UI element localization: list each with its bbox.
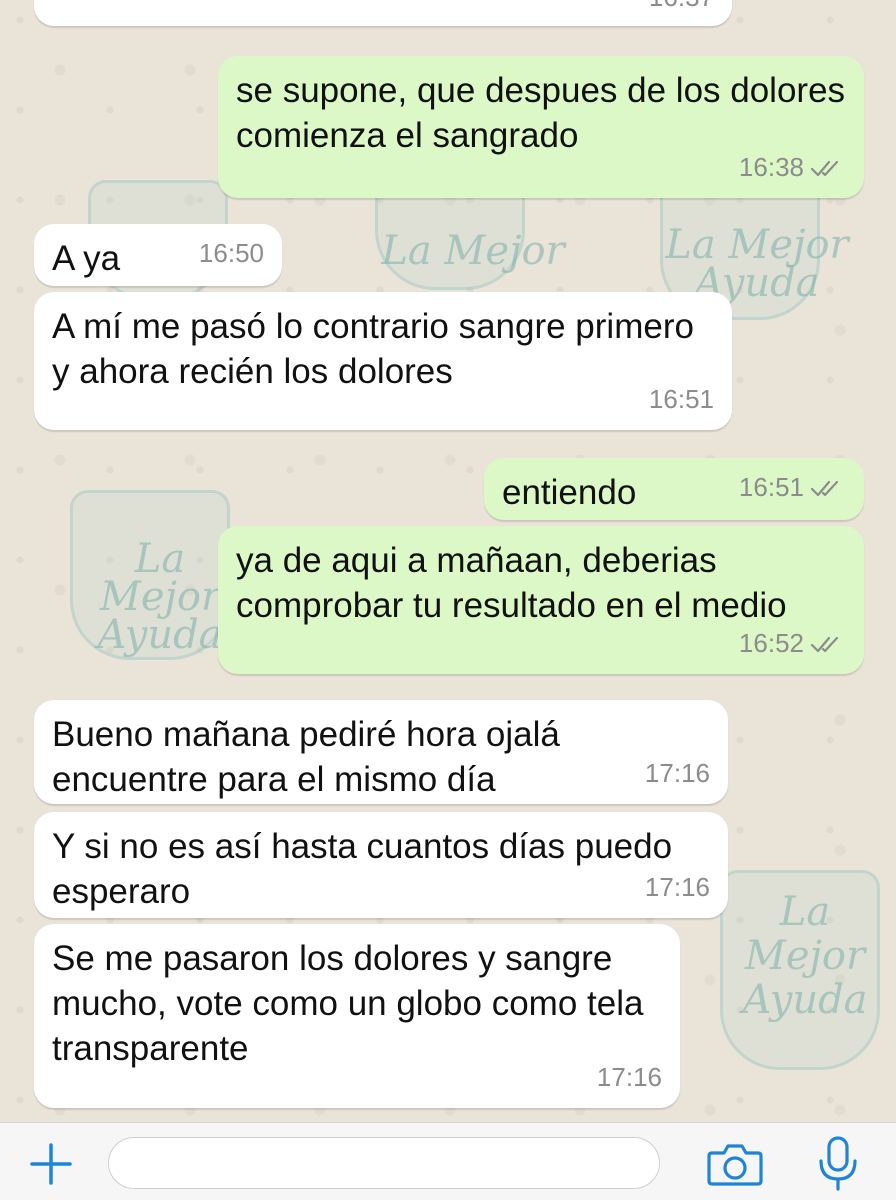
message-time: 17:16 xyxy=(644,758,710,788)
microphone-button[interactable] xyxy=(816,1135,860,1193)
message-text: A mí me pasó lo contrario sangre primero… xyxy=(52,307,694,391)
message-time: 17:16 xyxy=(644,872,710,902)
message-text: Se me pasaron los dolores y sangre mucho… xyxy=(52,939,644,1068)
message-text: Y si no es así hasta cuantos días puedo … xyxy=(52,827,673,911)
message-bubble-incoming[interactable]: Bueno mañana pediré hora ojalá encuentre… xyxy=(34,700,728,804)
message-bubble-incoming[interactable]: A ya 16:50 xyxy=(34,224,282,286)
watermark-shield xyxy=(70,490,230,660)
message-bubble-incoming[interactable]: 16:37 xyxy=(34,0,732,26)
message-bubble-incoming[interactable]: Y si no es así hasta cuantos días puedo … xyxy=(34,812,728,918)
message-bubble-outgoing[interactable]: entiendo 16:51 xyxy=(484,458,864,520)
message-time: 16:38 xyxy=(738,152,804,182)
double-check-icon xyxy=(810,634,846,654)
message-bubble-outgoing[interactable]: ya de aqui a mañaan, deberias comprobar … xyxy=(218,526,864,674)
message-input[interactable] xyxy=(108,1137,660,1189)
message-text: Bueno mañana pediré hora ojalá encuentre… xyxy=(52,715,560,799)
message-bubble-incoming[interactable]: Se me pasaron los dolores y sangre mucho… xyxy=(34,924,680,1108)
message-time: 17:16 xyxy=(596,1062,662,1092)
message-composer xyxy=(0,1122,896,1200)
plus-icon xyxy=(30,1143,72,1185)
message-time: 16:51 xyxy=(738,472,804,502)
chat-area[interactable]: La Mejor La Mejor Ayuda La Mejor Ayuda La … xyxy=(0,0,896,1122)
message-time: 16:52 xyxy=(738,628,804,658)
watermark-text: La Mejor Ayuda xyxy=(665,222,849,306)
message-time: 16:51 xyxy=(648,384,714,414)
camera-icon xyxy=(707,1144,763,1186)
message-bubble-outgoing[interactable]: se supone, que despues de los dolores co… xyxy=(218,56,864,198)
camera-button[interactable] xyxy=(706,1141,764,1187)
message-bubble-incoming[interactable]: A mí me pasó lo contrario sangre primero… xyxy=(34,292,732,430)
double-check-icon xyxy=(810,478,846,498)
watermark-text: La Mejor Ayuda xyxy=(742,889,868,1023)
microphone-icon xyxy=(819,1136,857,1191)
double-check-icon xyxy=(810,158,846,178)
message-time: 16:50 xyxy=(198,238,264,268)
watermark-text: La Mejor Ayuda xyxy=(97,536,223,658)
message-time: 16:37 xyxy=(649,0,714,20)
watermark-text: La Mejor xyxy=(381,228,565,274)
message-text: ya de aqui a mañaan, deberias comprobar … xyxy=(236,541,787,625)
watermark-shield xyxy=(720,870,880,1070)
attach-button[interactable] xyxy=(28,1141,74,1187)
